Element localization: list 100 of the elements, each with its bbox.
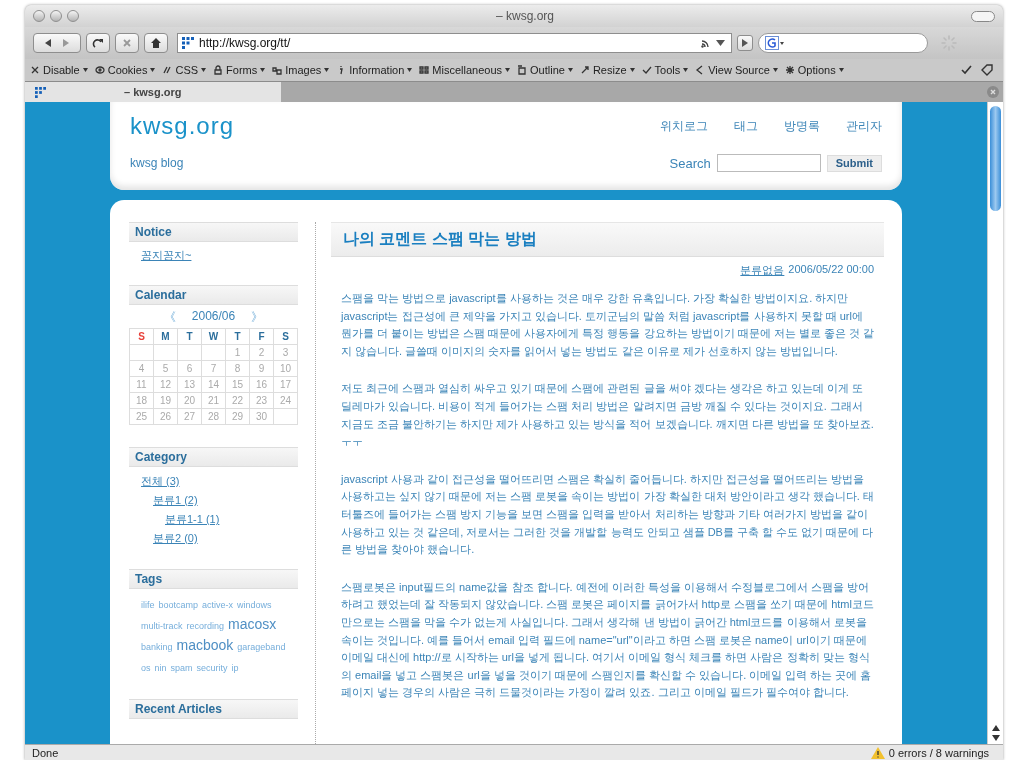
tag-link[interactable]: security — [196, 659, 228, 677]
post-date: 2006/05/22 00:00 — [788, 263, 874, 277]
menu-icon — [517, 65, 528, 75]
day-cell: 23 — [249, 392, 274, 409]
tag-link[interactable]: macosx — [228, 615, 277, 633]
tag-link[interactable]: spam — [170, 659, 193, 677]
menu-icon — [579, 65, 590, 75]
menu-icon — [641, 65, 652, 75]
play-icon — [741, 39, 749, 47]
scrollbar[interactable] — [987, 102, 1003, 744]
menu-label: Forms — [226, 64, 258, 76]
scroll-up-icon[interactable] — [991, 725, 1000, 731]
error-count[interactable]: 0 errors / 8 warnings — [888, 746, 989, 759]
home-button[interactable] — [144, 33, 168, 53]
search-input[interactable] — [716, 154, 821, 172]
menu-icon — [213, 65, 224, 75]
category-link[interactable]: 분류없음 — [740, 263, 785, 278]
address-field[interactable]: http://kwsg.org/tt/ — [177, 33, 732, 53]
section-heading: Category — [129, 447, 298, 467]
toolbar-menu[interactable]: Images — [272, 64, 330, 76]
tag-link[interactable]: active-x — [202, 596, 234, 614]
menu-icon — [30, 65, 40, 75]
nav-link[interactable]: 위치로그 — [660, 117, 708, 135]
back-forward-button[interactable] — [33, 33, 81, 53]
section-heading: Recent Articles — [129, 699, 298, 719]
feed-icon[interactable] — [701, 38, 711, 48]
checkmark-icon[interactable] — [961, 65, 972, 75]
go-button[interactable] — [737, 35, 753, 51]
reload-button[interactable] — [86, 33, 110, 53]
tag-link[interactable]: windows — [237, 596, 272, 614]
nav-link[interactable]: 관리자 — [846, 117, 882, 135]
day-cell: 15 — [225, 376, 250, 393]
tag-link[interactable]: ip — [231, 659, 239, 677]
day-cell: 29 — [225, 408, 250, 425]
weekday-cell: M — [153, 328, 178, 345]
menu-icon — [419, 65, 430, 75]
tag-link[interactable]: bootcamp — [158, 596, 199, 614]
day-cell: 9 — [249, 360, 274, 377]
toolbar-menu[interactable]: Information — [336, 64, 413, 76]
toolbar-menu[interactable]: Forms — [213, 64, 266, 76]
tag-link[interactable]: os — [141, 659, 151, 677]
tag-link[interactable]: nin — [154, 659, 167, 677]
category-link[interactable]: 분류1 (2) — [153, 494, 198, 506]
day-cell: 13 — [177, 376, 202, 393]
submit-button[interactable]: Submit — [826, 154, 882, 172]
nav-link[interactable]: 태그 — [734, 117, 758, 135]
calendar-month: 2006/06 — [191, 309, 236, 325]
caret-icon — [150, 68, 156, 72]
section-heading: Calendar — [129, 285, 298, 305]
search-label: Search — [669, 155, 711, 171]
notice-link[interactable]: 꽁지꽁지~ — [141, 248, 192, 263]
toolbar-menu[interactable]: Resize — [579, 64, 635, 76]
weekday-cell: S — [273, 328, 298, 345]
caret-icon — [629, 68, 635, 72]
previous-month-link[interactable]: 《 — [163, 309, 176, 326]
category-link[interactable]: 분류2 (0) — [153, 532, 198, 544]
scrollbar-thumb[interactable] — [990, 106, 1001, 211]
toolbar-menu[interactable]: Options — [784, 64, 844, 76]
search-field[interactable] — [758, 33, 928, 53]
tag-link[interactable]: multi-track — [141, 617, 183, 635]
tag-icon[interactable] — [980, 63, 994, 77]
tag-link[interactable]: recording — [186, 617, 225, 635]
toolbar-menu[interactable]: View Source — [695, 64, 778, 76]
day-cell: 28 — [201, 408, 226, 425]
toolbar-menu[interactable]: Tools — [641, 64, 689, 76]
browser-tab[interactable]: – kwsg.org — [25, 82, 281, 102]
day-cell: 14 — [201, 376, 226, 393]
scroll-down-icon[interactable] — [991, 735, 1000, 741]
day-cell: 25 — [129, 408, 154, 425]
weekday-cell: T — [177, 328, 202, 345]
tag-link[interactable]: garageband — [237, 638, 286, 656]
menu-label: Options — [797, 64, 836, 76]
site-title[interactable]: kwsg.org — [130, 112, 235, 140]
category-link[interactable]: 분류1-1 (1) — [165, 513, 220, 525]
next-month-link[interactable]: 》 — [251, 309, 264, 326]
blog-tagline: kwsg blog — [130, 156, 184, 170]
toolbar-toggle-button[interactable] — [971, 10, 995, 22]
dropdown-icon[interactable] — [716, 39, 725, 47]
toolbar-menu[interactable]: Disable — [30, 64, 88, 76]
window-title: – kwsg.org — [495, 9, 555, 23]
tag-link[interactable]: banking — [141, 638, 173, 656]
search-engine-icon[interactable] — [765, 36, 785, 50]
menu-label: Disable — [43, 64, 80, 76]
site-icon — [182, 37, 194, 49]
tag-link[interactable]: macbook — [176, 636, 234, 654]
status-text: Done — [32, 746, 59, 759]
nav-link[interactable]: 방명록 — [784, 117, 820, 135]
post-title: 나의 코멘트 스팸 막는 방법 — [331, 222, 884, 257]
weekday-cell: S — [129, 328, 154, 345]
menu-label: Images — [285, 64, 322, 76]
toolbar-menu[interactable]: CSS — [162, 64, 207, 76]
day-cell: 24 — [273, 392, 298, 409]
menu-label: Outline — [530, 64, 565, 76]
menu-label: Resize — [592, 64, 627, 76]
toolbar-menu[interactable]: Miscellaneous — [419, 64, 511, 76]
stop-button[interactable] — [115, 33, 139, 53]
toolbar-menu[interactable]: Cookies — [94, 64, 156, 76]
toolbar-menu[interactable]: Outline — [517, 64, 573, 76]
tag-link[interactable]: ilife — [141, 596, 155, 614]
category-link[interactable]: 전체 (3) — [141, 475, 180, 487]
